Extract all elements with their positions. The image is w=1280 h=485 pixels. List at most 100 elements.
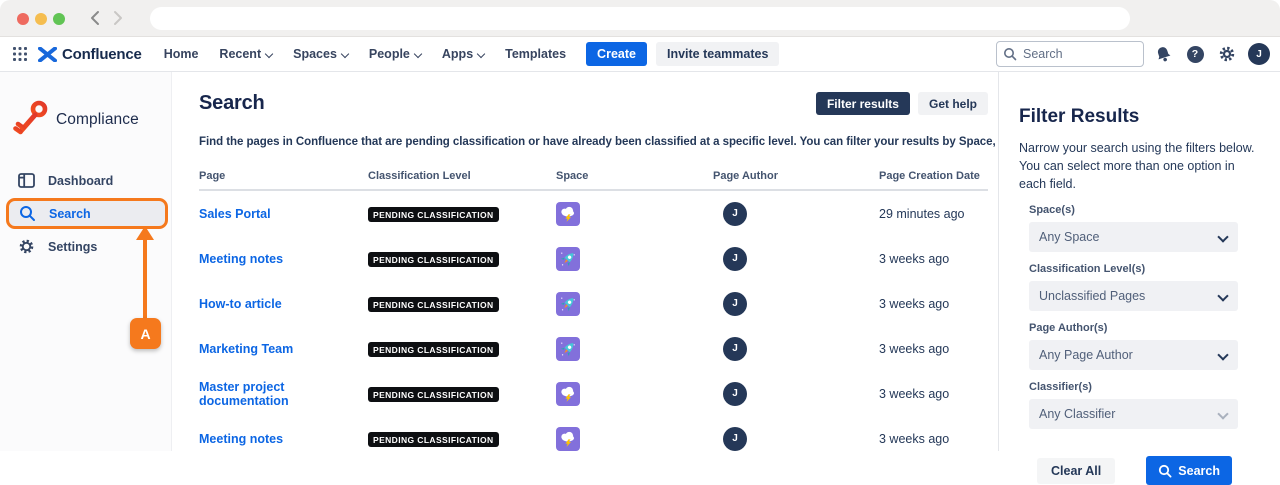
chevron-down-icon [1218,351,1226,359]
app-switcher-icon[interactable] [10,44,30,64]
table-row: Marketing Team PENDING CLASSIFICATION [199,326,988,371]
key-icon [12,98,50,142]
chevron-down-icon [477,50,484,57]
author-avatar[interactable]: J [723,427,747,451]
page-creation-date: 3 weeks ago [879,342,988,356]
global-search [996,41,1144,67]
filter-panel-title: Filter Results [1019,106,1260,128]
table-row: Sales Portal PENDING CLASSIFICATION [199,191,988,236]
space-icon[interactable] [556,382,580,406]
page-creation-date: 3 weeks ago [879,387,988,401]
page-link[interactable]: Master project documentation [199,380,368,408]
compliance-logo: Compliance [0,72,171,142]
top-nav-item[interactable]: People [369,47,421,61]
dashboard-icon [18,173,35,188]
app-name: Compliance [56,111,139,129]
space-icon[interactable] [556,202,580,226]
top-nav-item[interactable]: Home [164,47,199,61]
author-avatar[interactable]: J [723,382,747,406]
create-button[interactable]: Create [586,42,647,66]
address-bar[interactable] [150,7,1130,30]
minimize-window-button[interactable] [35,13,47,25]
author-avatar[interactable]: J [723,337,747,361]
maximize-window-button[interactable] [53,13,65,25]
annotation-arrow-head [136,226,154,240]
rocket-icon [558,249,578,269]
filter-select-value: Any Classifier [1039,407,1115,421]
clear-all-button[interactable]: Clear All [1037,458,1115,484]
global-search-input[interactable] [996,41,1144,67]
space-icon[interactable] [556,337,580,361]
sidebar-item-label: Dashboard [48,174,113,188]
filter-panel-description: Narrow your search using the filters bel… [1019,139,1260,193]
filter-select[interactable]: Unclassified Pages [1029,281,1238,311]
filter-field-label: Page Author(s) [1029,322,1260,334]
gear-icon [18,238,35,255]
classification-badge: PENDING CLASSIFICATION [368,432,499,447]
user-avatar[interactable]: J [1248,43,1270,65]
filter-results-panel: Filter Results Narrow your search using … [998,72,1280,451]
sidebar-item-label: Search [49,207,91,221]
top-nav-item[interactable]: Apps [442,47,484,61]
browser-back-button[interactable] [82,6,106,30]
chevron-down-icon [341,50,348,57]
settings-gear-icon[interactable] [1214,41,1240,67]
filter-select-value: Any Space [1039,230,1099,244]
chevron-down-icon [1218,292,1226,300]
filter-select[interactable]: Any Page Author [1029,340,1238,370]
table-row: Master project documentation PENDING CLA… [199,371,988,416]
filter-select[interactable]: Any Space [1029,222,1238,252]
filter-fields: Space(s) Any Space Classification Level(… [1019,204,1260,429]
page-creation-date: 3 weeks ago [879,297,988,311]
author-avatar[interactable]: J [723,292,747,316]
filter-search-button[interactable]: Search [1146,456,1232,485]
filter-field: Page Author(s) Any Page Author [1029,322,1260,370]
chevron-down-icon [1218,410,1226,418]
filter-select[interactable]: Any Classifier [1029,399,1238,429]
close-window-button[interactable] [17,13,29,25]
page-link[interactable]: How-to article [199,297,368,311]
space-icon[interactable] [556,292,580,316]
classification-badge: PENDING CLASSIFICATION [368,342,499,357]
column-header: Classification Level [368,170,556,182]
page-creation-date: 3 weeks ago [879,432,988,446]
page-link[interactable]: Marketing Team [199,342,368,356]
primary-nav: Home Recent Spaces People Apps Templates [164,47,566,61]
classification-badge: PENDING CLASSIFICATION [368,252,499,267]
sidebar-item-dashboard[interactable]: Dashboard [0,164,171,197]
space-icon[interactable] [556,247,580,271]
invite-teammates-button[interactable]: Invite teammates [656,42,779,66]
storm-cloud-icon [558,429,578,449]
confluence-top-nav: Confluence Home Recent Spaces People App… [0,37,1280,72]
column-header: Page Author [713,170,879,182]
page-title: Search [199,92,265,115]
filter-field-label: Space(s) [1029,204,1260,216]
filter-field: Classification Level(s) Unclassified Pag… [1029,263,1260,311]
browser-forward-button[interactable] [106,6,130,30]
top-nav-item[interactable]: Templates [505,47,566,61]
table-row: Meeting notes PENDING CLASSIFICATION [199,416,988,461]
get-help-button[interactable]: Get help [918,92,988,115]
top-nav-item[interactable]: Spaces [293,47,348,61]
space-icon[interactable] [556,427,580,451]
table-row: Meeting notes PENDING CLASSIFICATION [199,236,988,281]
column-header: Page [199,170,368,182]
page-link[interactable]: Meeting notes [199,252,368,266]
confluence-logo[interactable]: Confluence [38,46,142,63]
confluence-mark-icon [38,47,57,62]
filter-field-label: Classification Level(s) [1029,263,1260,275]
browser-chrome [0,0,1280,37]
help-icon[interactable]: ? [1182,41,1208,67]
filter-results-button[interactable]: Filter results [816,92,910,115]
table-header-row: PageClassification LevelSpacePage Author… [199,170,988,191]
top-nav-item[interactable]: Recent [219,47,272,61]
filter-field-label: Classifier(s) [1029,381,1260,393]
rocket-icon [558,339,578,359]
page-link[interactable]: Sales Portal [199,207,368,221]
chevron-down-icon [265,50,272,57]
page-description: Find the pages in Confluence that are pe… [199,136,988,148]
author-avatar[interactable]: J [723,202,747,226]
author-avatar[interactable]: J [723,247,747,271]
notifications-bell-icon[interactable] [1150,41,1176,67]
page-link[interactable]: Meeting notes [199,432,368,446]
